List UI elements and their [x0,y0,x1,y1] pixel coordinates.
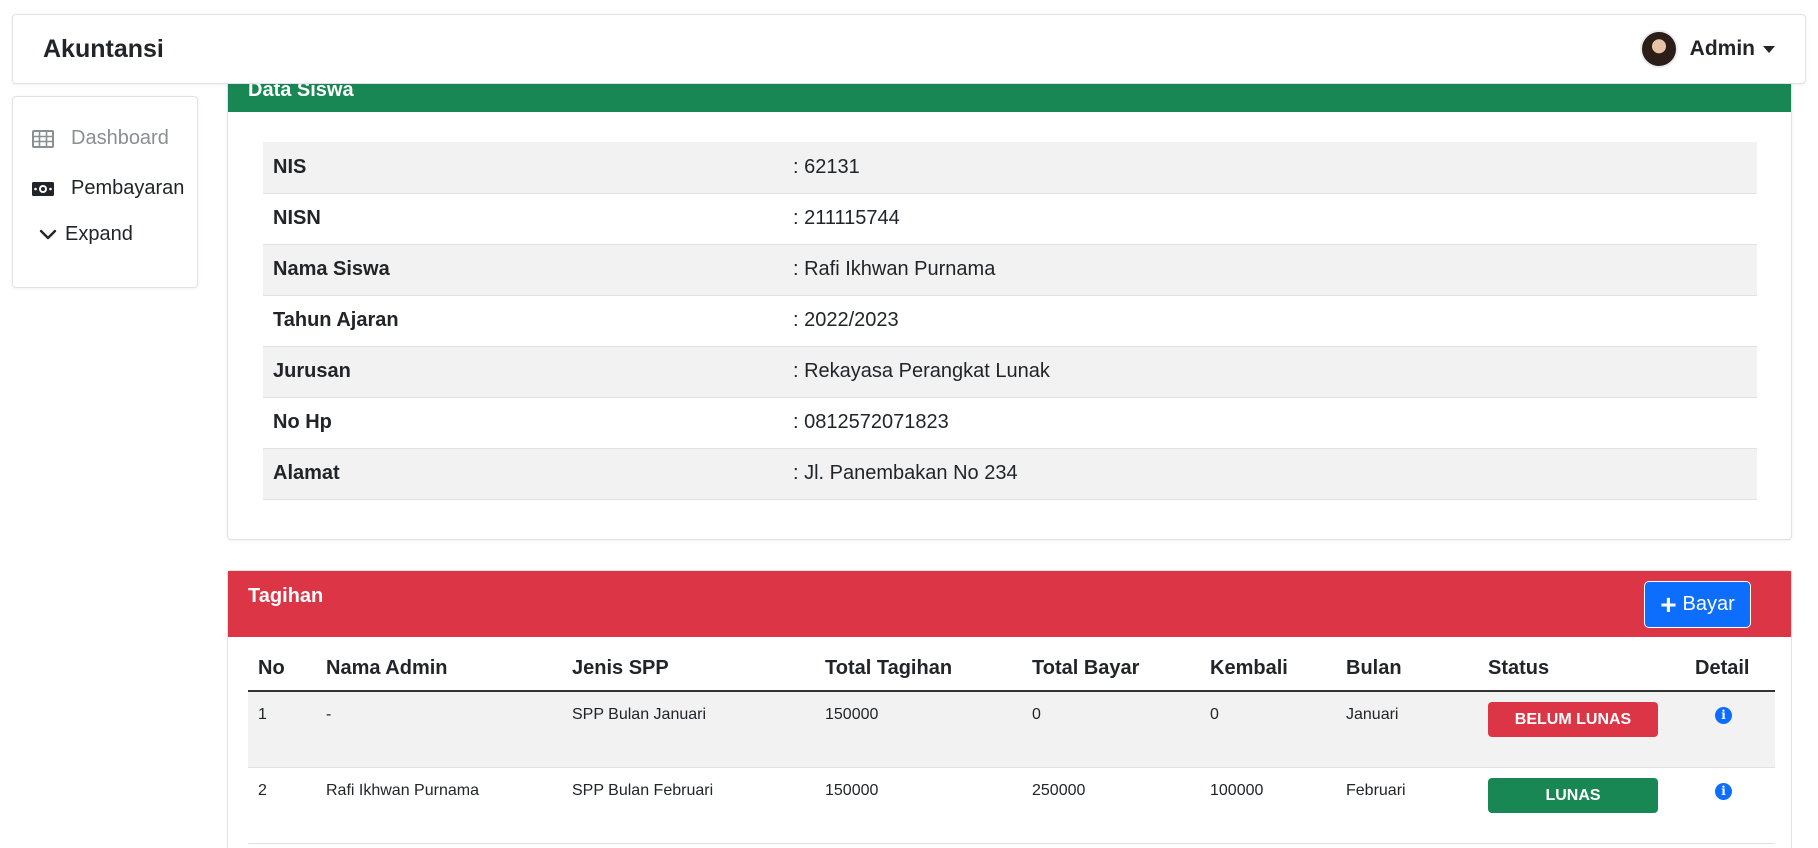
info-value: : Rekayasa Perangkat Lunak [793,360,1050,382]
cell-total-bayar: 250000 [1032,781,1086,799]
table-header-row: No Nama Admin Jenis SPP Total Tagihan To… [248,647,1775,691]
info-label: No Hp [273,411,332,433]
info-icon[interactable]: i [1715,707,1732,724]
tagihan-card: Tagihan + Bayar No Nama Admin Jenis SPP … [227,570,1792,848]
cell-no: 1 [258,706,267,723]
cell-no: 2 [258,781,267,799]
table-row: 2 Rafi Ikhwan Purnama SPP Bulan Februari… [248,767,1775,843]
top-navbar: Akuntansi Admin [12,14,1806,84]
column-header-status: Status [1488,657,1550,679]
bayar-button[interactable]: + Bayar [1644,581,1751,628]
info-label: NISN [273,207,321,229]
plus-icon: + [1660,588,1677,620]
info-label: Jurusan [273,360,351,382]
info-value: : 0812572071823 [793,411,949,433]
cell-total-tagihan: 150000 [825,781,879,799]
cell-nama-admin: Rafi Ikhwan Purnama [326,781,479,799]
info-value: : 62131 [793,155,860,178]
info-label: Tahun Ajaran [273,309,399,331]
tagihan-table: No Nama Admin Jenis SPP Total Tagihan To… [248,647,1775,844]
status-badge: BELUM LUNAS [1488,702,1658,737]
table-icon [32,129,54,148]
student-info-table: NIS : 62131 NISN : 211115744 Nama Siswa … [263,142,1757,500]
info-row-no-hp: No Hp : 0812572071823 [263,397,1757,448]
column-header-nama-admin: Nama Admin [326,657,448,679]
sidebar-item-label: Pembayaran [71,177,185,199]
info-row-tahun-ajaran: Tahun Ajaran : 2022/2023 [263,295,1757,346]
column-header-kembali: Kembali [1210,657,1288,679]
cell-detail: i [1685,691,1775,767]
info-label: Nama Siswa [273,258,390,280]
user-name[interactable]: Admin [1690,37,1755,61]
column-header-no: No [258,657,285,679]
info-value: : Rafi Ikhwan Purnama [793,258,996,280]
cell-total-bayar: 0 [1032,706,1041,723]
column-header-detail: Detail [1695,657,1750,679]
tagihan-title: Tagihan [248,585,324,607]
avatar[interactable] [1639,30,1678,68]
column-header-total-bayar: Total Bayar [1032,657,1140,679]
cell-status: BELUM LUNAS [1478,691,1685,767]
column-header-bulan: Bulan [1346,657,1402,679]
info-label: Alamat [273,462,340,484]
money-icon [32,181,54,196]
cell-bulan: Februari [1346,781,1406,799]
brand-title[interactable]: Akuntansi [43,35,164,64]
status-badge: LUNAS [1488,777,1658,813]
cell-total-tagihan: 150000 [825,706,879,723]
bayar-label: Bayar [1682,593,1735,615]
sidebar-item-label: Expand [65,223,133,245]
info-value: : 211115744 [793,207,900,229]
caret-down-icon[interactable] [1763,45,1775,53]
column-header-jenis-spp: Jenis SPP [572,657,669,679]
tagihan-header: Tagihan + Bayar [228,571,1791,637]
info-icon[interactable]: i [1715,782,1732,800]
info-label: NIS [273,155,307,178]
cell-jenis-spp: SPP Bulan Februari [572,781,714,799]
info-row-nis: NIS : 62131 [263,142,1757,193]
data-siswa-card: Data Siswa NIS : 62131 NISN : 211115744 … [227,60,1792,540]
sidebar-item-pembayaran[interactable]: Pembayaran [31,177,184,200]
cell-detail: i [1685,767,1775,843]
cell-bulan: Januari [1346,706,1399,723]
info-row-nama-siswa: Nama Siswa : Rafi Ikhwan Purnama [263,244,1757,295]
sidebar-item-expand[interactable]: Expand [39,223,133,246]
cell-kembali: 100000 [1210,781,1264,799]
sidebar-item-label: Dashboard [71,127,169,149]
cell-nama-admin: - [326,706,332,723]
info-row-nisn: NISN : 211115744 [263,193,1757,244]
cell-jenis-spp: SPP Bulan Januari [572,706,707,723]
info-value: : 2022/2023 [793,309,899,331]
sidebar: Dashboard Pembayaran Expand [12,96,198,288]
chevron-down-icon [39,229,57,239]
cell-status: LUNAS [1478,767,1685,843]
user-menu-dropdown[interactable]: Admin [1639,29,1775,69]
info-value: : Jl. Panembakan No 234 [793,462,1018,484]
table-row: 1 - SPP Bulan Januari 150000 0 0 Januari… [248,691,1775,767]
info-row-alamat: Alamat : Jl. Panembakan No 234 [263,448,1757,499]
info-row-jurusan: Jurusan : Rekayasa Perangkat Lunak [263,346,1757,397]
column-header-total-tagihan: Total Tagihan [825,657,953,679]
sidebar-item-dashboard[interactable]: Dashboard [31,127,169,150]
cell-kembali: 0 [1210,706,1219,723]
